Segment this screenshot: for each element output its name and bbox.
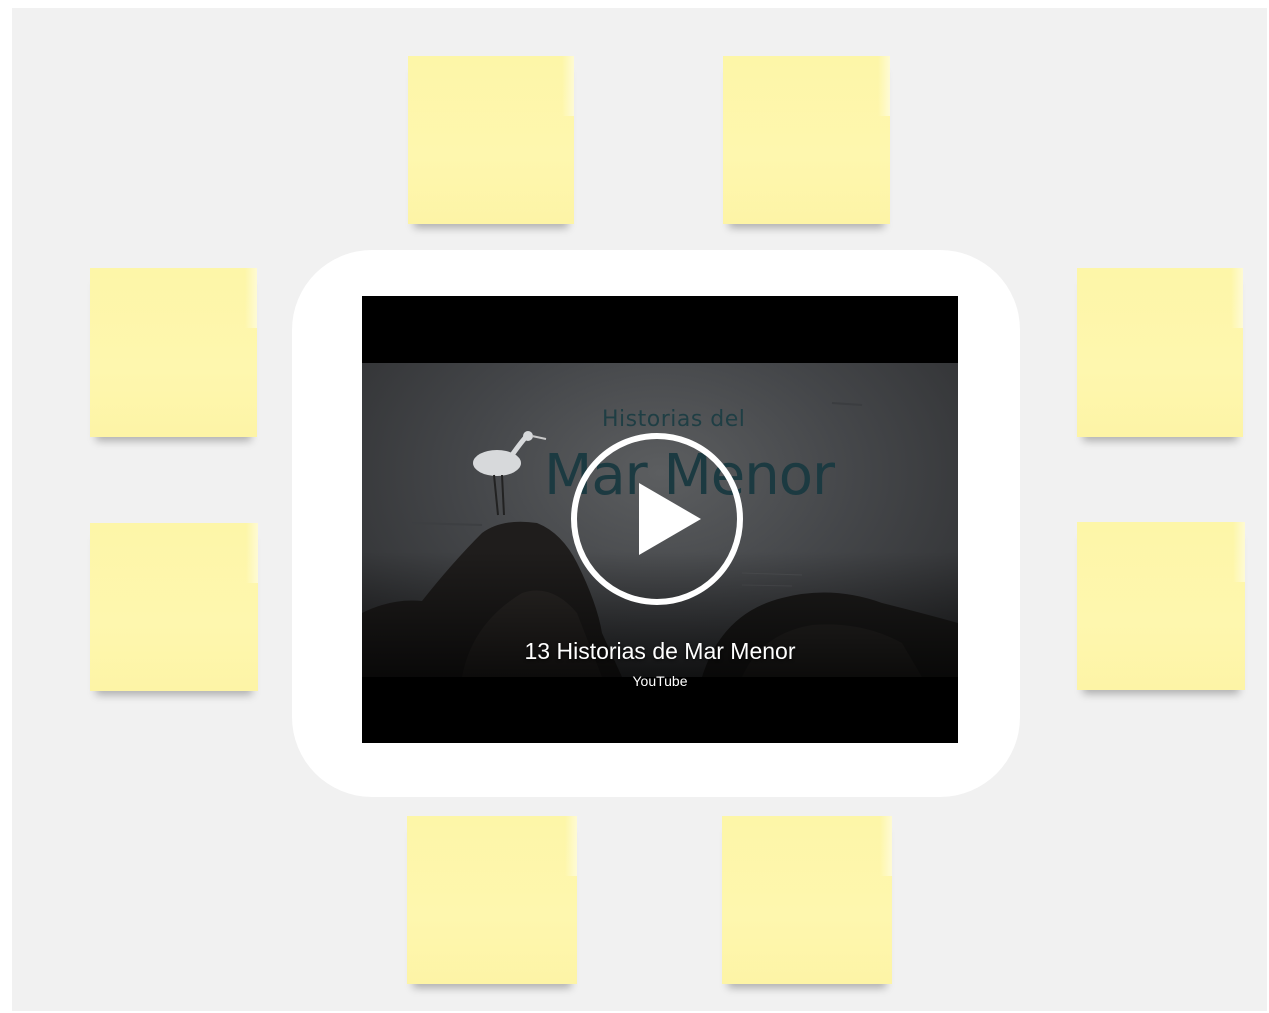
sticky-note-right-upper[interactable] (1077, 268, 1243, 437)
video-embed[interactable]: Historias del Mar Menor 13 Historias de … (362, 296, 958, 743)
sticky-note-top-left[interactable] (408, 56, 574, 224)
sticky-note-top-right[interactable] (723, 56, 890, 224)
play-button[interactable] (571, 433, 743, 605)
sticky-note-left-upper[interactable] (90, 268, 257, 437)
play-icon (639, 483, 701, 555)
video-source: YouTube (632, 673, 688, 689)
sticky-note-left-lower[interactable] (90, 523, 258, 691)
sticky-note-right-lower[interactable] (1077, 522, 1245, 690)
thumbnail-title-small: Historias del (602, 407, 746, 432)
sticky-note-bottom-left[interactable] (407, 816, 577, 984)
video-title[interactable]: 13 Historias de Mar Menor (362, 638, 958, 665)
sticky-note-bottom-right[interactable] (722, 816, 892, 984)
